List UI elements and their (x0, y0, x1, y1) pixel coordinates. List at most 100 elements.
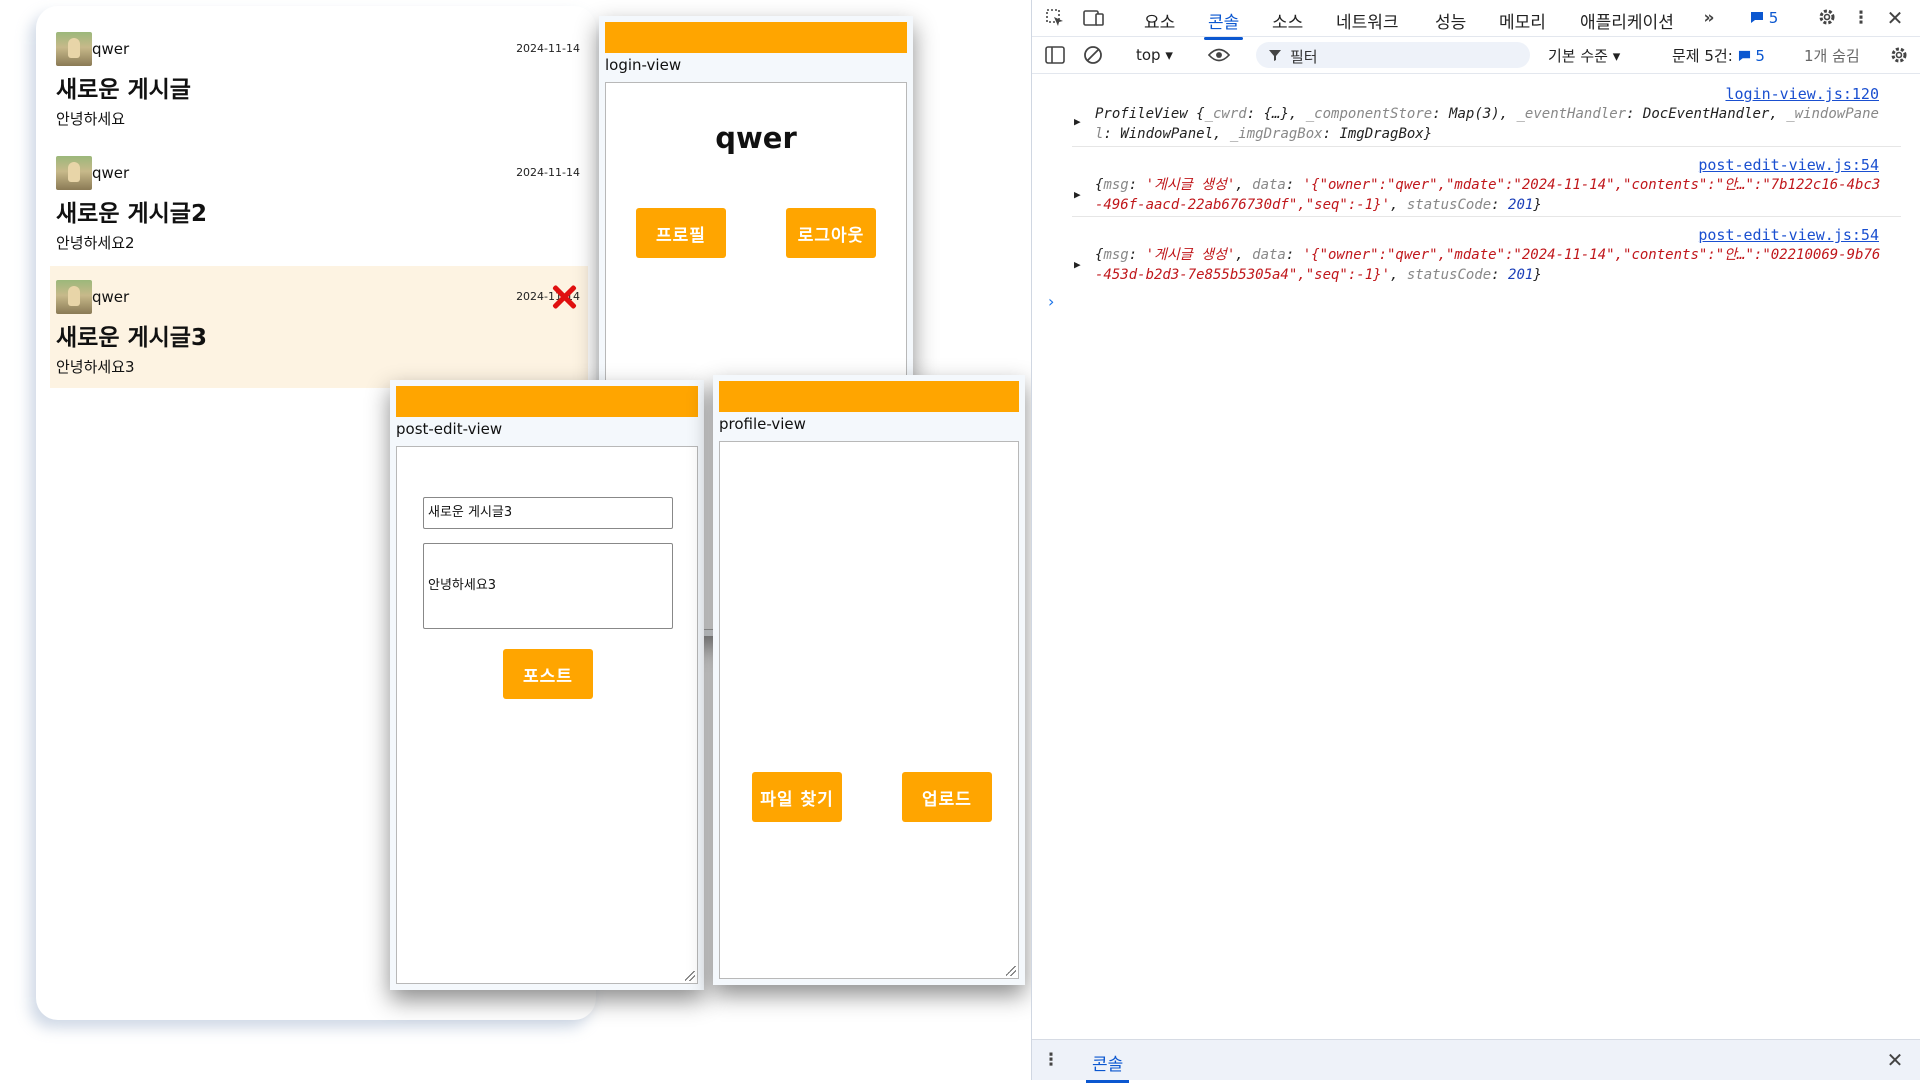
post-title: 새로운 게시글3 (56, 325, 207, 351)
log-token: : ImgDragBox} (1322, 126, 1433, 142)
close-devtools-icon[interactable]: ✕ (1884, 6, 1906, 30)
expand-triangle-icon[interactable]: ▶ (1074, 185, 1081, 205)
tab-network[interactable]: 네트워크 (1336, 8, 1399, 33)
device-toolbar-icon[interactable] (1083, 7, 1105, 29)
message-icon (1751, 12, 1763, 23)
avatar (56, 280, 92, 314)
avatar (56, 32, 92, 66)
log-token: : (1285, 247, 1303, 263)
username-label: qwer (715, 121, 797, 155)
post-item[interactable]: qwer 2024-11-14 새로운 게시글 안녕하세요 (50, 18, 588, 140)
log-message: ProfileView {_cwrd: {…}, _componentStore… (1095, 104, 1885, 144)
log-token: : (1491, 197, 1509, 213)
log-token: statusCode (1406, 197, 1492, 213)
delete-icon[interactable] (550, 282, 578, 310)
log-token: data (1252, 247, 1286, 263)
window-titlebar[interactable] (719, 381, 1019, 412)
tab-memory[interactable]: 메모리 (1499, 8, 1546, 33)
window-titlebar[interactable] (605, 22, 907, 53)
console-settings-gear-icon[interactable] (1888, 44, 1910, 66)
clear-console-icon[interactable] (1082, 44, 1104, 66)
log-token: _cwrd (1204, 106, 1247, 122)
find-file-button[interactable]: 파일 찾기 (752, 772, 842, 822)
close-drawer-icon[interactable]: ✕ (1884, 1048, 1906, 1072)
log-token: , (1390, 197, 1407, 213)
post-body: 안녕하세요3 (56, 358, 135, 376)
drawer-tab-console[interactable]: 콘솔 (1086, 1050, 1130, 1083)
log-token: data (1252, 177, 1286, 193)
title-input[interactable]: 새로운 게시글3 (423, 497, 673, 529)
profile-view-window[interactable]: profile-view 파일 찾기 업로드 (713, 375, 1025, 985)
more-tabs-icon[interactable]: » (1698, 7, 1720, 29)
post-body: 안녕하세요 (56, 110, 126, 128)
content-textarea[interactable]: 안녕하세요3 (423, 543, 673, 629)
log-token: 201 (1508, 197, 1534, 213)
divider (1072, 146, 1901, 147)
window-name: profile-view (719, 415, 806, 433)
devtools-tabbar: 요소 콘솔 소스 네트워크 성능 메모리 애플리케이션 » 5 ⋮ ✕ (1032, 0, 1920, 40)
tab-sources[interactable]: 소스 (1272, 8, 1303, 33)
tab-console[interactable]: 콘솔 (1203, 8, 1244, 40)
post-item[interactable]: qwer 2024-11-14 새로운 게시글2 안녕하세요2 (50, 142, 588, 264)
console-prompt-icon[interactable]: › (1048, 292, 1054, 311)
tab-performance[interactable]: 성능 (1435, 8, 1466, 33)
window-name: login-view (605, 56, 682, 74)
issues-badge[interactable]: 5 (1750, 9, 1778, 27)
upload-button[interactable]: 업로드 (902, 772, 992, 822)
console-log-entry[interactable]: post-edit-view.js:54 ▶ {msg: '게시글 생성', d… (1032, 225, 1920, 287)
sidebar-toggle-icon[interactable] (1044, 44, 1066, 66)
settings-gear-icon[interactable] (1816, 6, 1838, 28)
context-selector[interactable]: top ▾ (1136, 46, 1173, 64)
issues-counter[interactable]: 문제 5건: 5 (1672, 45, 1765, 66)
drawer-menu-icon[interactable]: ⋮ (1040, 1049, 1062, 1071)
dropdown-arrow-icon: ▾ (1165, 46, 1173, 64)
log-token: msg (1103, 177, 1129, 193)
log-message: {msg: '게시글 생성', data: '{"owner":"qwer","… (1095, 245, 1885, 285)
console-log-entry[interactable]: post-edit-view.js:54 ▶ {msg: '게시글 생성', d… (1032, 155, 1920, 217)
devtools-drawer: ⋮ 콘솔 ✕ (1032, 1039, 1920, 1083)
log-token: : (1491, 267, 1509, 283)
log-level-dropdown[interactable]: 기본 수준 ▾ (1548, 45, 1620, 66)
more-options-icon[interactable]: ⋮ (1850, 7, 1872, 29)
log-token: 201 (1508, 267, 1534, 283)
post-owner: qwer (92, 40, 130, 58)
tab-elements[interactable]: 요소 (1144, 8, 1175, 33)
filter-input[interactable]: 필터 (1256, 42, 1530, 68)
resize-grip-icon[interactable] (685, 971, 695, 981)
log-token: , (1390, 267, 1407, 283)
log-source-link[interactable]: post-edit-view.js:54 (1698, 155, 1879, 175)
console-log-entry[interactable]: login-view.js:120 ▶ ProfileView {_cwrd: … (1032, 84, 1920, 146)
log-token: : (1285, 177, 1303, 193)
log-token: _componentStore (1305, 106, 1433, 122)
expand-triangle-icon[interactable]: ▶ (1074, 112, 1081, 132)
post-owner: qwer (92, 288, 130, 306)
log-token: : (1128, 247, 1146, 263)
expand-triangle-icon[interactable]: ▶ (1074, 255, 1081, 275)
log-source-link[interactable]: login-view.js:120 (1725, 84, 1879, 104)
log-token: : {…}, (1246, 106, 1306, 122)
window-titlebar[interactable] (396, 386, 698, 417)
log-token: , (1235, 177, 1253, 193)
log-token: : DocEventHandler, (1626, 106, 1787, 122)
profile-button[interactable]: 프로필 (636, 208, 726, 258)
resize-grip-icon[interactable] (1006, 966, 1016, 976)
post-button[interactable]: 포스트 (503, 649, 593, 699)
inspect-element-icon[interactable] (1044, 7, 1066, 29)
divider (1072, 216, 1901, 217)
dropdown-arrow-icon: ▾ (1612, 47, 1621, 65)
post-title: 새로운 게시글2 (56, 201, 207, 227)
log-token: } (1533, 197, 1542, 213)
logout-button[interactable]: 로그아웃 (786, 208, 876, 258)
hidden-count: 1개 숨김 (1804, 47, 1860, 65)
post-item-selected[interactable]: qwer 2024-11-14 새로운 게시글3 안녕하세요3 (50, 266, 588, 388)
tab-application[interactable]: 애플리케이션 (1580, 8, 1674, 33)
window-name: post-edit-view (396, 420, 503, 438)
log-token: '게시글 생성' (1145, 247, 1236, 263)
live-expression-eye-icon[interactable] (1208, 44, 1230, 66)
avatar (56, 156, 92, 190)
post-edit-view-window[interactable]: post-edit-view 새로운 게시글3 안녕하세요3 포스트 (390, 380, 704, 990)
post-date: 2024-11-14 (516, 42, 580, 55)
log-source-link[interactable]: post-edit-view.js:54 (1698, 225, 1879, 245)
post-date: 2024-11-14 (516, 166, 580, 179)
console-toolbar: top ▾ 필터 기본 수준 ▾ 문제 5건: 5 1개 숨김 (1032, 37, 1920, 74)
